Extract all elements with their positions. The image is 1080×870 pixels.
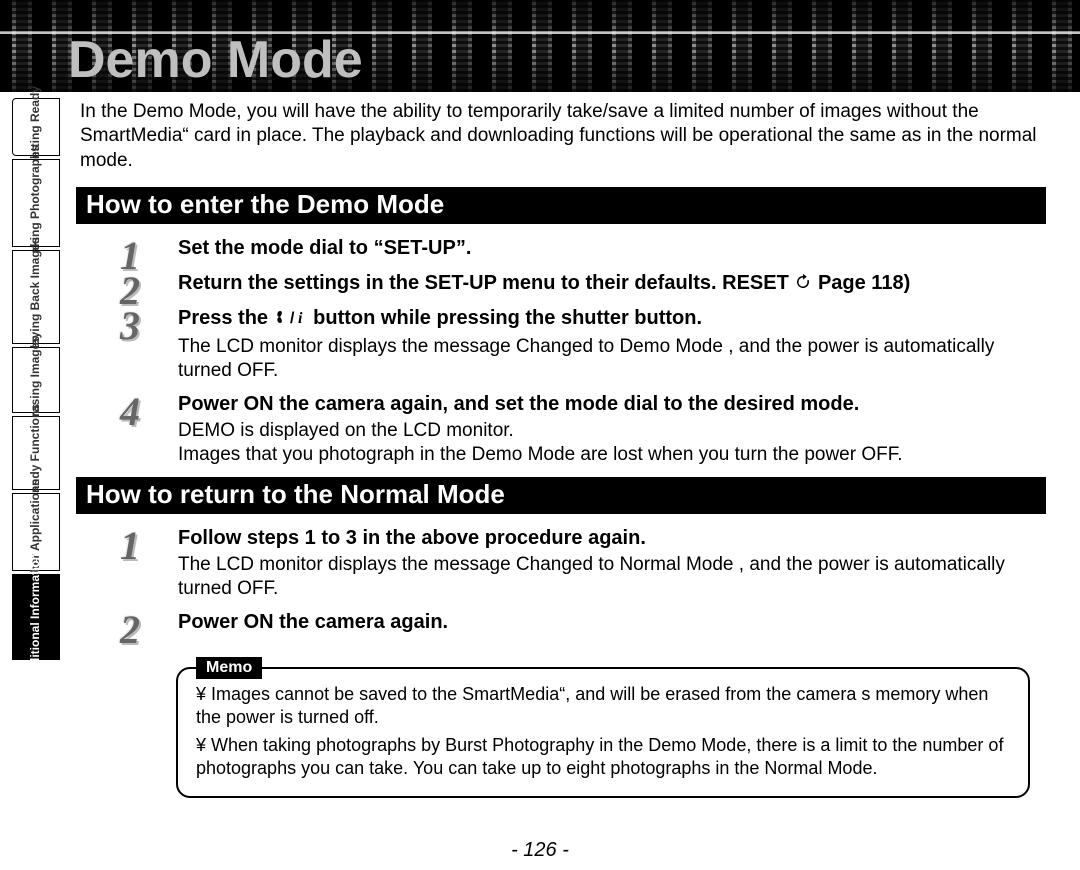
step-head: Press the / i button while pressing the … xyxy=(178,306,1050,333)
section-heading-enter: How to enter the Demo Mode xyxy=(76,187,1046,224)
step-body: The LCD monitor displays the message Cha… xyxy=(178,553,1050,601)
step-body: The LCD monitor displays the message Cha… xyxy=(178,335,1050,383)
step-head-pre: Return the settings in the SET-UP menu t… xyxy=(178,272,794,294)
page-banner: Demo Mode xyxy=(0,0,1080,92)
steps-return: 1 Follow steps 1 to 3 in the above proce… xyxy=(120,526,1050,636)
macro-info-icon: / i xyxy=(274,308,308,333)
step-number-icon: 3 xyxy=(120,302,140,349)
memo-label: Memo xyxy=(196,657,262,679)
memo-item: ¥ When taking photographs by Burst Photo… xyxy=(196,734,1010,780)
step-head-pre: Press the xyxy=(178,307,274,329)
memo-text: ¥ Images cannot be saved to the SmartMed… xyxy=(196,683,1010,729)
steps-enter: 1 Set the mode dial to “SET-UP”. 2 Retur… xyxy=(120,236,1050,467)
step-body: DEMO is displayed on the LCD monitor. Im… xyxy=(178,419,1050,467)
step-head: Power ON the camera again, and set the m… xyxy=(178,392,1050,417)
side-tabs: Getting Ready Taking Photographs Playing… xyxy=(12,95,60,660)
step-number-icon: 4 xyxy=(120,388,140,435)
step-number-icon: 2 xyxy=(120,606,140,653)
step-head: Power ON the camera again. xyxy=(178,610,1050,635)
step-3: 3 Press the / i button while pressing th… xyxy=(120,306,1050,383)
tab-label: Additional Information xyxy=(25,545,47,689)
memo-text: ¥ When taking photographs by Burst Photo… xyxy=(196,734,1010,780)
reset-arrow-icon xyxy=(794,273,812,291)
memo-item: ¥ Images cannot be saved to the SmartMed… xyxy=(196,683,1010,729)
main-content: In the Demo Mode, you will have the abil… xyxy=(80,100,1050,798)
intro-paragraph: In the Demo Mode, you will have the abil… xyxy=(80,100,1050,173)
step-head: Follow steps 1 to 3 in the above procedu… xyxy=(178,526,1050,551)
svg-text:i: i xyxy=(298,310,303,326)
step-1: 1 Set the mode dial to “SET-UP”. xyxy=(120,236,1050,261)
memo-section: Memo ¥ Images cannot be saved to the Sma… xyxy=(176,645,1030,797)
svg-text:/: / xyxy=(290,310,295,326)
tab-additional-information[interactable]: Additional Information xyxy=(12,574,60,660)
step-r2: 2 Power ON the camera again. xyxy=(120,610,1050,635)
step-head: Return the settings in the SET-UP menu t… xyxy=(178,271,1050,296)
page-number: - 126 - xyxy=(0,839,1080,862)
page-title: Demo Mode xyxy=(68,30,363,90)
step-head: Set the mode dial to “SET-UP”. xyxy=(178,236,1050,261)
step-head-post: button while pressing the shutter button… xyxy=(313,307,702,329)
step-r1: 1 Follow steps 1 to 3 in the above proce… xyxy=(120,526,1050,601)
memo-box: ¥ Images cannot be saved to the SmartMed… xyxy=(176,667,1030,797)
step-number-icon: 1 xyxy=(120,522,140,569)
section-heading-return: How to return to the Normal Mode xyxy=(76,477,1046,514)
step-2: 2 Return the settings in the SET-UP menu… xyxy=(120,271,1050,296)
step-4: 4 Power ON the camera again, and set the… xyxy=(120,392,1050,467)
step-head-post: Page 118) xyxy=(818,272,910,294)
